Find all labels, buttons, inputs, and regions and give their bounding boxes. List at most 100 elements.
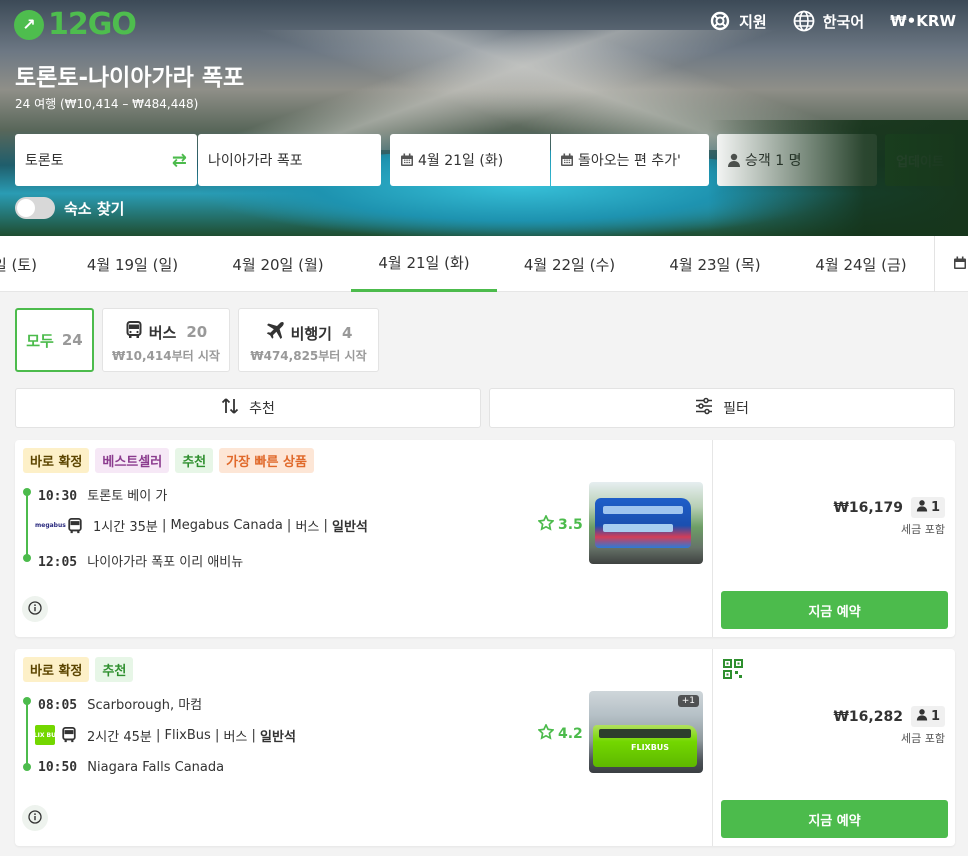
departure-dot xyxy=(23,697,31,705)
accommodation-toggle-label: 숙소 찾기 xyxy=(64,199,125,218)
passengers-field[interactable]: 승객 1 명 xyxy=(717,134,877,186)
badge-instant-confirm: 바로 확정 xyxy=(23,448,90,473)
mode-plane-from-price: ₩474,825부터 시작 xyxy=(250,349,367,363)
calendar-icon xyxy=(400,153,414,167)
globe-icon xyxy=(793,10,815,32)
departure-date-field[interactable]: 4월 21일 (화) xyxy=(390,134,550,186)
bus-photo[interactable] xyxy=(589,482,703,564)
trip-info: FLIX BUS 2시간 45분 | FlixBus | 버스 | 일반석 xyxy=(30,725,296,745)
star-icon xyxy=(537,514,555,535)
date-tab[interactable]: 4월 22일 (수) xyxy=(497,236,642,292)
departure-stop: 08:05 Scarborough, 마컴 xyxy=(38,694,202,713)
arrival-dot xyxy=(23,763,31,771)
page-title: 토론토-나이아가라 폭포 xyxy=(15,65,245,91)
result-card[interactable]: 바로 확정 베스트셀러 추천 가장 빠른 상품 10:30 토론토 베이 가 m… xyxy=(15,440,955,637)
arrival-dot xyxy=(23,554,31,562)
calendar-picker-button[interactable] xyxy=(934,236,968,292)
departure-dot xyxy=(23,488,31,496)
return-date-field[interactable]: 돌아오는 편 추가' xyxy=(551,134,709,186)
update-button[interactable]: 업데이트 xyxy=(885,134,955,186)
date-tab[interactable]: 4월 20일 (월) xyxy=(205,236,351,292)
trip-info: megabus 1시간 35분 | Megabus Canada | 버스 | … xyxy=(35,517,368,535)
language-selector[interactable]: 한국어 xyxy=(793,10,864,32)
mode-tab-bus[interactable]: 버스 20 ₩10,414부터 시작 xyxy=(102,308,230,372)
badge-recommended: 추천 xyxy=(175,448,214,473)
departure-time: 08:05 xyxy=(38,698,78,713)
badge-instant-confirm: 바로 확정 xyxy=(23,657,90,682)
filter-label: 필터 xyxy=(723,401,749,417)
info-button[interactable] xyxy=(22,596,48,622)
info-icon xyxy=(28,600,42,619)
support-link[interactable]: 지원 xyxy=(709,10,767,32)
accommodation-toggle[interactable] xyxy=(15,197,55,219)
trip-count-summary: 24 여행 (₩10,414 – ₩484,448) xyxy=(15,97,199,111)
badge-best-seller: 베스트셀러 xyxy=(95,448,170,473)
operator-name: Megabus Canada xyxy=(170,518,283,533)
bus-photo-image: FLIXBUS xyxy=(593,725,697,767)
price-panel: ₩16,179 1 세금 포함 지금 예약 xyxy=(712,440,955,637)
passengers-value: 승객 1 명 xyxy=(745,153,802,169)
filter-sliders-icon xyxy=(695,397,713,419)
logo-text: 12GO xyxy=(48,7,137,42)
price-value: ₩16,282 xyxy=(833,708,903,725)
passenger-count-badge: 1 xyxy=(910,497,945,518)
logo[interactable]: ↗ 12GO xyxy=(14,7,137,42)
info-button[interactable] xyxy=(22,805,48,831)
photo-brand-text: FLIXBUS xyxy=(631,743,670,752)
filter-button[interactable]: 필터 xyxy=(489,388,955,428)
from-field[interactable]: 토론토 ⇄ xyxy=(15,134,197,186)
route-timeline xyxy=(26,492,28,558)
qr-code-icon xyxy=(723,659,743,679)
badge-recommended: 추천 xyxy=(95,657,134,682)
duration: 1시간 35분 xyxy=(93,520,158,535)
bus-icon xyxy=(67,517,83,534)
search-form: 토론토 ⇄ 나이아가라 폭포 4월 21일 (화) 돌아오는 편 추가' 승객 … xyxy=(15,134,955,186)
date-selector-bar: 일 (토) 4월 19일 (일) 4월 20일 (월) 4월 21일 (화) 4… xyxy=(0,236,968,292)
mode-bus-from-price: ₩10,414부터 시작 xyxy=(112,349,220,363)
currency-selector[interactable]: ₩•KRW xyxy=(890,12,956,30)
departure-place: 토론토 베이 가 xyxy=(87,489,168,504)
date-tab[interactable]: 4월 19일 (일) xyxy=(60,236,205,292)
mode-all-count: 24 xyxy=(61,331,83,349)
seat-class: 일반석 xyxy=(260,729,296,745)
mode-bus-count: 20 xyxy=(186,323,208,341)
price-value: ₩16,179 xyxy=(833,499,903,516)
to-field[interactable]: 나이아가라 폭포 xyxy=(198,134,381,186)
top-nav: 지원 한국어 ₩•KRW xyxy=(709,10,956,32)
price-row: ₩16,282 1 xyxy=(833,706,945,727)
calendar-icon xyxy=(953,255,967,274)
date-tab[interactable]: 일 (토) xyxy=(0,236,40,292)
lifebuoy-icon xyxy=(709,10,731,32)
price-panel: ₩16,282 1 세금 포함 지금 예약 xyxy=(712,649,955,846)
departure-time: 10:30 xyxy=(38,489,78,504)
book-now-button[interactable]: 지금 예약 xyxy=(721,591,948,629)
calendar-icon xyxy=(560,153,574,167)
return-date-placeholder: 돌아오는 편 추가' xyxy=(578,153,681,169)
seat-class: 일반석 xyxy=(332,520,368,535)
bus-icon xyxy=(61,727,77,743)
hero-banner: ↗ 12GO 지원 한국어 ₩•KRW 토론토-나이아가라 폭포 24 여행 (… xyxy=(0,0,968,236)
sort-button[interactable]: 추천 xyxy=(15,388,481,428)
passenger-count: 1 xyxy=(930,500,940,515)
more-photos-badge: +1 xyxy=(677,695,699,707)
mode-tab-all[interactable]: 모두 24 xyxy=(15,308,94,372)
duration: 2시간 45분 xyxy=(87,729,152,745)
book-now-button[interactable]: 지금 예약 xyxy=(721,800,948,838)
rating-value: 3.5 xyxy=(558,517,583,533)
rating[interactable]: 3.5 xyxy=(537,514,583,535)
date-tab[interactable]: 4월 23일 (목) xyxy=(642,236,788,292)
date-tab[interactable]: 4월 24일 (금) xyxy=(788,236,934,292)
swap-icon[interactable]: ⇄ xyxy=(172,150,187,171)
user-icon xyxy=(916,708,928,725)
date-tab-active[interactable]: 4월 21일 (화) xyxy=(351,236,497,292)
operator-logo: FLIX BUS xyxy=(30,725,60,745)
result-card[interactable]: 바로 확정 추천 08:05 Scarborough, 마컴 FLIX BUS … xyxy=(15,649,955,846)
airplane-icon xyxy=(265,321,285,345)
mode-tab-plane[interactable]: 비행기 4 ₩474,825부터 시작 xyxy=(238,308,379,372)
support-label: 지원 xyxy=(739,12,767,31)
logo-mark-icon: ↗ xyxy=(14,9,44,40)
info-icon xyxy=(28,809,42,828)
trip-details: 바로 확정 베스트셀러 추천 가장 빠른 상품 10:30 토론토 베이 가 m… xyxy=(15,440,712,637)
rating[interactable]: 4.2 xyxy=(537,723,583,744)
bus-photo[interactable]: FLIXBUS +1 xyxy=(589,691,703,773)
